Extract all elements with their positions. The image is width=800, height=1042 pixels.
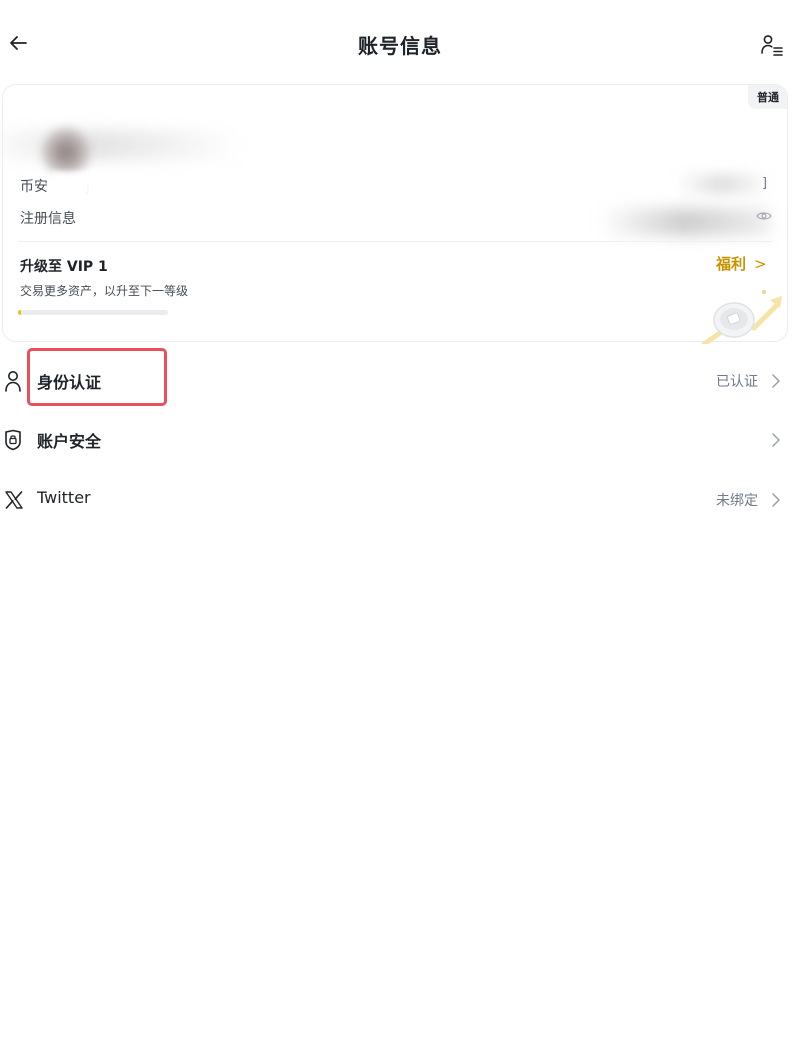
vip-progress-bar [18, 310, 168, 315]
benefits-label: 福利 [716, 255, 747, 273]
row-identity-verification[interactable]: 身份认证 已认证 [0, 356, 800, 406]
uid-label-redacted [50, 172, 108, 198]
avatar[interactable] [40, 126, 92, 178]
vip-upgrade-subtitle: 交易更多资产，以升至下一等级 [20, 284, 189, 298]
chevron-right-icon [772, 433, 780, 447]
vip-upgrade-title: 升级至 VIP 1 [20, 259, 108, 275]
row-label: 账户安全 [37, 432, 102, 451]
eye-icon[interactable] [756, 208, 772, 224]
vip-progress-fill [18, 310, 21, 315]
user-list-icon[interactable] [760, 33, 784, 57]
vip-coin-illustration [701, 290, 782, 344]
person-icon [5, 371, 21, 392]
row-label: Twitter [37, 488, 91, 507]
verification-status: 已认证 [716, 374, 758, 390]
uid-value-redacted [676, 174, 766, 194]
card-divider [18, 241, 772, 242]
benefits-link[interactable]: 福利 > [716, 253, 767, 274]
row-account-security[interactable]: 账户安全 [0, 415, 800, 465]
copy-icon[interactable]: ] [762, 176, 767, 191]
registration-info-redacted [600, 208, 770, 236]
chevron-right-icon [772, 374, 780, 388]
row-label: 身份认证 [37, 373, 102, 392]
chevron-right-icon [772, 493, 780, 507]
user-level-badge: 普通 [748, 85, 787, 109]
page-title: 账号信息 [358, 34, 442, 58]
chevron-right-icon: > [754, 254, 767, 273]
row-twitter[interactable]: Twitter 未绑定 [0, 475, 800, 525]
header: 账号信息 [0, 0, 800, 90]
twitter-bind-status: 未绑定 [716, 493, 758, 509]
x-logo-icon [5, 491, 23, 509]
registration-info-label: 注册信息 [20, 211, 76, 227]
nickname-redacted [0, 130, 240, 160]
shield-lock-icon [5, 429, 21, 451]
